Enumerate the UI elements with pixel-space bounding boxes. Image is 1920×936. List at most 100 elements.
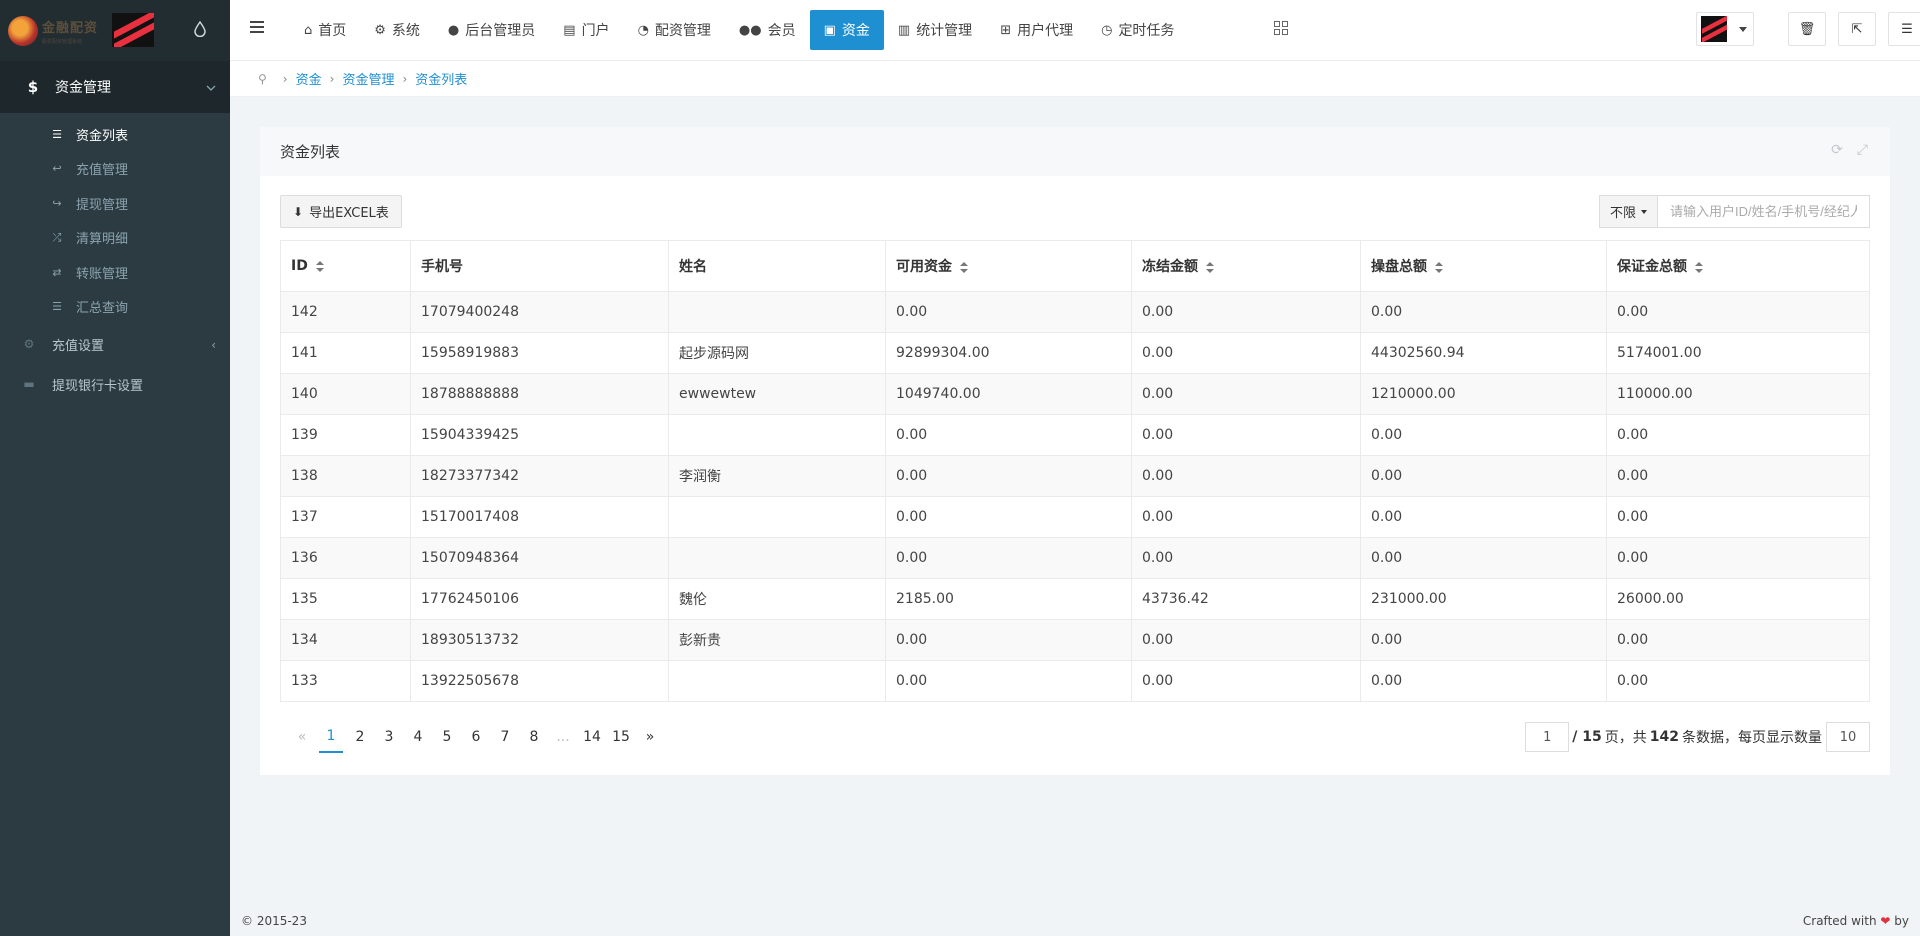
table-cell: 138	[280, 455, 411, 497]
pie-chart-icon: ◔	[637, 22, 649, 38]
tab-label: 资金	[841, 23, 870, 39]
drop-icon[interactable]	[194, 21, 206, 37]
breadcrumb-item[interactable]: 资金列表	[415, 69, 467, 88]
table-cell: 0.00	[1606, 455, 1870, 497]
table-cell	[668, 291, 886, 333]
tab-agents[interactable]: ⊞ 用户代理	[986, 10, 1087, 50]
page-button[interactable]: 8	[522, 721, 546, 753]
page-button[interactable]: 3	[377, 721, 401, 753]
tab-portal[interactable]: ▤ 门户	[549, 10, 623, 50]
sort-icon[interactable]	[960, 261, 968, 273]
column-header-available[interactable]: 可用资金	[885, 240, 1132, 292]
table-cell: 13922505678	[410, 660, 669, 702]
tab-label: 后台管理员	[465, 23, 536, 39]
sidebar-subitem-transfer[interactable]: ⇄ 转账管理	[0, 255, 230, 290]
brand-logo	[112, 13, 154, 47]
column-header-frozen[interactable]: 冻结金额	[1131, 240, 1361, 292]
page-button[interactable]: 15	[609, 721, 633, 753]
table-cell: 18930513732	[410, 619, 669, 661]
column-label: ID	[291, 258, 308, 274]
tab-label: 定时任务	[1118, 23, 1175, 39]
page-button[interactable]: 5	[435, 721, 459, 753]
table-cell: 0.00	[885, 619, 1132, 661]
page-button[interactable]: 1	[319, 721, 343, 753]
page-button[interactable]: 7	[493, 721, 517, 753]
table-cell: 0.00	[1360, 660, 1607, 702]
page-jump-input[interactable]: 1	[1525, 722, 1570, 752]
list-icon: ☰	[52, 127, 62, 141]
tab-scheduled-tasks[interactable]: ◷ 定时任务	[1087, 10, 1188, 50]
page-size-input[interactable]: 10	[1826, 722, 1870, 752]
sidebar-item-bank-card-settings[interactable]: ▬ 提现银行卡设置	[0, 364, 230, 404]
page-button[interactable]: 14	[580, 721, 604, 753]
column-label: 操盘总额	[1371, 259, 1427, 275]
next-page-button[interactable]: »	[638, 721, 662, 753]
page-button[interactable]: 6	[464, 721, 488, 753]
search-filter-select[interactable]: 不限	[1598, 195, 1657, 228]
page-button[interactable]: 2	[348, 721, 372, 753]
caret-down-icon	[1641, 209, 1647, 214]
sidebar-subitem-recharge[interactable]: ↩ 充值管理	[0, 152, 230, 187]
sort-icon[interactable]	[315, 260, 324, 272]
table-cell: 1210000.00	[1360, 373, 1607, 415]
table-row: 142 17079400248 0.00 0.00 0.00 0.00	[280, 291, 1870, 333]
column-header-id[interactable]: ID	[280, 240, 411, 292]
logo[interactable]: 金融配资 股票配资管理系统	[0, 0, 230, 61]
panel-header: 资金列表 ⟳ ⤢	[260, 127, 1890, 176]
sort-icon[interactable]	[1435, 261, 1443, 273]
tab-system[interactable]: ⚙ 系统	[360, 10, 434, 50]
column-header-name: 姓名	[668, 240, 886, 292]
export-excel-button[interactable]: ⬇ 导出EXCEL表	[280, 195, 402, 228]
settings-panel-button[interactable]: ☰	[1888, 12, 1920, 46]
footer: © 2015-23 Crafted with ❤ by	[230, 905, 1920, 936]
sidebar-item-label: 充值设置	[52, 338, 105, 354]
tab-allocation[interactable]: ◔ 配资管理	[624, 10, 725, 50]
table-cell: 15170017408	[410, 496, 669, 538]
table-row: 141 15958919883 起步源码网 92899304.00 0.00 443025…	[280, 332, 1870, 374]
table-cell: 43736.42	[1131, 578, 1361, 620]
sort-icon[interactable]	[1695, 261, 1703, 273]
sidebar-item-fund-management[interactable]: $ 资金管理	[0, 61, 230, 113]
table-cell: 0.00	[1606, 619, 1870, 661]
table-cell: 0.00	[1131, 537, 1361, 579]
table-cell: 0.00	[1606, 660, 1870, 702]
tab-funds[interactable]: ▣ 资金	[809, 10, 884, 50]
column-header-trading-total[interactable]: 操盘总额	[1360, 240, 1607, 292]
logo-text: 金融配资 股票配资管理系统	[42, 17, 98, 45]
table-cell: 15070948364	[410, 537, 669, 579]
column-label: 保证金总额	[1617, 259, 1687, 275]
menu-toggle-icon[interactable]	[250, 21, 264, 33]
sidebar-subitem-fund-list[interactable]: ☰ 资金列表	[0, 117, 230, 152]
clear-cache-button[interactable]: 🗑	[1788, 12, 1826, 46]
breadcrumb-item[interactable]: 资金	[296, 69, 322, 88]
sidebar-subitem-summary[interactable]: ☰ 汇总查询	[0, 290, 230, 325]
grid-icon[interactable]	[1274, 21, 1288, 35]
sort-icon[interactable]	[1206, 261, 1214, 273]
page-button[interactable]: 4	[406, 721, 430, 753]
sidebar-subitem-withdraw[interactable]: ↪ 提现管理	[0, 186, 230, 221]
breadcrumb-item[interactable]: 资金管理	[342, 69, 394, 88]
refresh-icon[interactable]: ⟳	[1831, 142, 1843, 158]
external-link-button[interactable]: ⇱	[1838, 12, 1876, 46]
tab-admins[interactable]: ● 后台管理员	[434, 10, 549, 50]
search-input[interactable]	[1657, 195, 1870, 228]
sidebar-item-recharge-settings[interactable]: ⚙ 充值设置 ‹	[0, 324, 230, 364]
table-row: 138 18273377342 李润衡 0.00 0.00 0.00 0.00	[280, 455, 1870, 497]
tab-home[interactable]: ⌂ 首页	[290, 10, 360, 50]
pagination-info: 1 / 15 页，共 142 条数据，每页显示数量 10	[1525, 721, 1870, 753]
column-header-margin-total[interactable]: 保证金总额	[1606, 240, 1870, 292]
tab-statistics[interactable]: ▥ 统计管理	[884, 10, 986, 50]
crafted-text: Crafted with	[1802, 913, 1877, 928]
breadcrumb: ⚲ › 资金 › 资金管理 › 资金列表	[230, 61, 1920, 97]
prev-page-button[interactable]: «	[290, 721, 314, 753]
sidebar-subitem-clearing[interactable]: ⤮ 清算明细	[0, 221, 230, 256]
sidebar-subitem-label: 清算明细	[76, 232, 129, 248]
table-cell: 0.00	[885, 291, 1132, 333]
logo-mark	[8, 15, 38, 46]
table-cell: 135	[280, 578, 411, 620]
table-cell: 0.00	[1131, 291, 1361, 333]
tab-members[interactable]: ●● 会员	[725, 10, 810, 50]
fullscreen-icon[interactable]: ⤢	[1857, 142, 1868, 158]
user-menu[interactable]	[1696, 12, 1754, 46]
total-records: 142	[1649, 729, 1679, 745]
